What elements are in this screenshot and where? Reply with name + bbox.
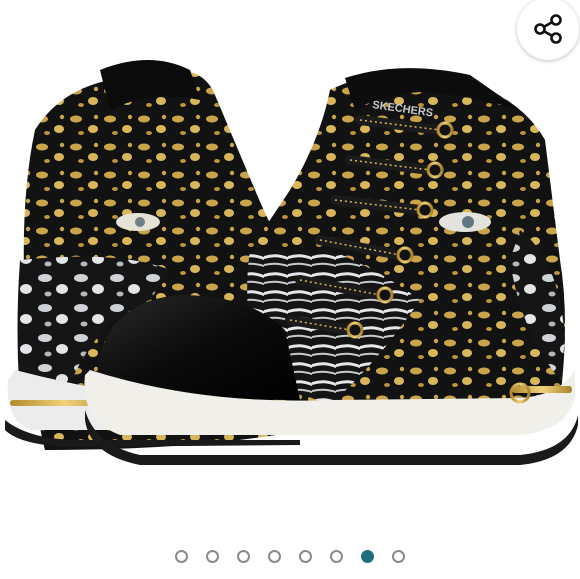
carousel-dot-6[interactable] — [330, 550, 343, 563]
carousel-dot-2[interactable] — [206, 550, 219, 563]
carousel-dot-4[interactable] — [268, 550, 281, 563]
share-button[interactable] — [517, 0, 579, 60]
carousel-pagination — [0, 534, 580, 579]
carousel-dot-3[interactable] — [237, 550, 250, 563]
carousel-dot-7[interactable] — [361, 550, 374, 563]
image-viewer[interactable]: SKECHERS Skechers high-top sneakers with… — [0, 0, 580, 534]
carousel-dot-8[interactable] — [392, 550, 405, 563]
product-photo: SKECHERS — [5, 60, 578, 465]
carousel-dot-5[interactable] — [299, 550, 312, 563]
share-icon — [534, 14, 562, 44]
carousel-dot-1[interactable] — [175, 550, 188, 563]
